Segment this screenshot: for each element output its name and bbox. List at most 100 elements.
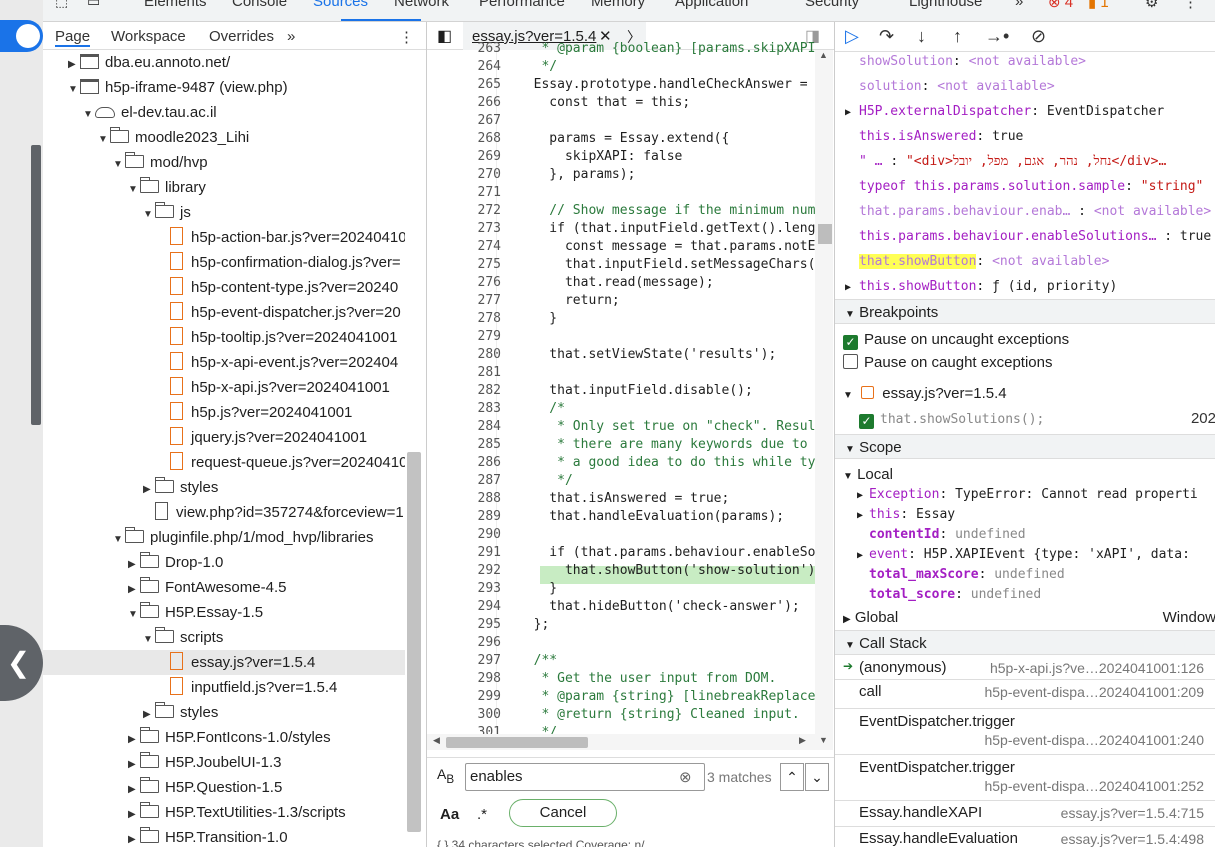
tree-item[interactable]: h5p-x-api.js?ver=2024041001 xyxy=(43,375,405,400)
resume-icon[interactable]: ▷ xyxy=(845,26,859,47)
tree-item[interactable]: ▶ FontAwesome-4.5 xyxy=(43,575,405,600)
device-toggle-icon[interactable]: ▭ xyxy=(87,0,100,10)
code-line[interactable]: * @param {boolean} [params.skipXAPI xyxy=(518,40,815,58)
cancel-search-button[interactable]: Cancel xyxy=(509,799,617,827)
tree-item[interactable]: h5p-action-bar.js?ver=20240410 xyxy=(43,225,405,250)
prev-match-icon[interactable]: ⌃ xyxy=(780,763,804,791)
expand-toggle-icon[interactable]: ▼ xyxy=(83,102,95,125)
expand-toggle-icon[interactable]: ▶ xyxy=(68,52,80,75)
line-number[interactable]: 268 xyxy=(427,130,501,148)
tree-item[interactable]: ▼ H5P.Essay-1.5 xyxy=(43,600,405,625)
code-line[interactable]: * Get the user input from DOM. xyxy=(518,670,776,688)
tree-item[interactable]: ▼ el-dev.tau.ac.il xyxy=(43,100,405,125)
checkbox-unchecked-icon[interactable] xyxy=(843,354,858,369)
line-number[interactable]: 278 xyxy=(427,310,501,328)
tab-lighthouse[interactable]: Lighthouse xyxy=(909,0,982,10)
tab-security[interactable]: Security xyxy=(805,0,859,10)
line-number[interactable]: 286 xyxy=(427,454,501,472)
code-line[interactable]: if (that.params.behaviour.enableSo xyxy=(518,544,815,562)
tree-item[interactable]: ▶ styles xyxy=(43,700,405,725)
line-number[interactable]: 267 xyxy=(427,112,501,130)
line-number[interactable]: 292 xyxy=(427,562,501,580)
line-number[interactable]: 290 xyxy=(427,526,501,544)
code-line[interactable]: that.read(message); xyxy=(518,274,714,292)
code-line[interactable]: that.isAnswered = true; xyxy=(518,490,729,508)
code-line[interactable]: }, params); xyxy=(518,166,635,184)
code-line[interactable]: that.inputField.setMessageChars( xyxy=(518,256,815,274)
call-frame[interactable]: Essay.handleEvaluation essay.js?ver=1.5.4… xyxy=(835,827,1215,847)
next-match-icon[interactable]: ⌄ xyxy=(805,763,829,791)
code-line[interactable]: that.setViewState('results'); xyxy=(518,346,776,364)
line-number[interactable]: 280 xyxy=(427,346,501,364)
breakpoint-file[interactable]: ▼ essay.js?ver=1.5.4 xyxy=(835,381,1215,406)
code-line[interactable]: const that = this; xyxy=(518,94,690,112)
line-number[interactable]: 299 xyxy=(427,688,501,706)
code-line[interactable]: }; xyxy=(518,616,550,634)
tree-item[interactable]: ▼ library xyxy=(43,175,405,200)
tree-item[interactable]: h5p-tooltip.js?ver=2024041001 xyxy=(43,325,405,350)
settings-gear-icon[interactable]: ⚙ xyxy=(1145,0,1158,11)
step-over-icon[interactable]: ↷ xyxy=(879,26,894,47)
inspect-icon[interactable]: ⬚ xyxy=(55,0,68,10)
tree-item[interactable]: ▶ dba.eu.annoto.net/ xyxy=(43,50,405,75)
expand-toggle-icon[interactable]: ▼ xyxy=(143,202,155,225)
tab-sources[interactable]: Sources xyxy=(313,0,368,10)
tree-item[interactable]: ▶ H5P.Question-1.5 xyxy=(43,775,405,800)
nav-tab-page[interactable]: Page xyxy=(55,28,91,47)
watch-item[interactable]: that.params.behaviour.enab… : <not avail… xyxy=(835,199,1215,224)
expand-toggle-icon[interactable]: ▼ xyxy=(113,152,125,175)
line-number[interactable]: 281 xyxy=(427,364,501,382)
tree-item[interactable]: ▶ Drop-1.0 xyxy=(43,550,405,575)
watch-item[interactable]: this.params.behaviour.enableSolutions… :… xyxy=(835,224,1215,249)
code-line[interactable]: /** xyxy=(518,652,558,670)
step-out-icon[interactable]: ↑ xyxy=(953,26,962,47)
call-frame[interactable]: EventDispatcher.trigger h5p-event-dispa…2… xyxy=(835,755,1215,801)
navigator-scrollbar[interactable] xyxy=(407,452,421,832)
code-line[interactable]: */ xyxy=(518,472,573,490)
expand-toggle-icon[interactable]: ▶ xyxy=(128,552,140,575)
scope-var[interactable]: ▶ event: H5P.XAPIEvent {type: 'xAPI', dat… xyxy=(835,545,1215,565)
line-number[interactable]: 295 xyxy=(427,616,501,634)
replace-toggle-icon[interactable]: AB xyxy=(437,766,454,786)
nav-tab-overrides[interactable]: Overrides xyxy=(209,28,274,45)
line-number[interactable]: 276 xyxy=(427,274,501,292)
match-case-button[interactable]: Aa xyxy=(440,806,459,823)
code-line[interactable]: params = Essay.extend({ xyxy=(518,130,729,148)
line-number[interactable]: 271 xyxy=(427,184,501,202)
watch-item[interactable]: this.isAnswered: true xyxy=(835,124,1215,149)
expand-toggle-icon[interactable]: ▶ xyxy=(128,752,140,775)
code-line[interactable]: * there are many keywords due to xyxy=(518,436,815,454)
code-line[interactable]: const message = that.params.notE xyxy=(518,238,815,256)
tab-elements[interactable]: Elements xyxy=(144,0,207,10)
code-line[interactable]: that.handleEvaluation(params); xyxy=(518,508,784,526)
tree-item[interactable]: ▼ js xyxy=(43,200,405,225)
breakpoint-item[interactable]: ✓ that.showSolutions(); 202 xyxy=(835,406,1215,431)
watch-item[interactable]: that.showButton: <not available> xyxy=(835,249,1215,274)
tree-item[interactable]: ▶ H5P.TextUtilities-1.3/scripts xyxy=(43,800,405,825)
tree-item[interactable]: ▼ scripts xyxy=(43,625,405,650)
line-number[interactable]: 266 xyxy=(427,94,501,112)
code-line[interactable]: skipXAPI: false xyxy=(518,148,682,166)
line-number[interactable]: 272 xyxy=(427,202,501,220)
code-line[interactable]: } xyxy=(518,310,557,328)
expand-toggle-icon[interactable]: ▶ xyxy=(128,802,140,825)
expand-toggle-icon[interactable]: ▶ xyxy=(128,827,140,847)
expand-toggle-icon[interactable]: ▶ xyxy=(143,702,155,725)
line-number[interactable]: 294 xyxy=(427,598,501,616)
line-number[interactable]: 265 xyxy=(427,76,501,94)
scope-header[interactable]: ▼ Scope xyxy=(835,434,1215,459)
code-line[interactable]: * @return {string} Cleaned input. xyxy=(518,706,799,724)
toggle-switch[interactable] xyxy=(0,20,43,52)
code-line[interactable]: * @param {string} [linebreakReplace xyxy=(518,688,815,706)
call-frame[interactable]: call h5p-event-dispa…2024041001:209 xyxy=(835,680,1215,709)
tree-item[interactable]: ▼ pluginfile.php/1/mod_hvp/libraries xyxy=(43,525,405,550)
line-number[interactable]: 293 xyxy=(427,580,501,598)
line-number[interactable]: 277 xyxy=(427,292,501,310)
line-number[interactable]: 284 xyxy=(427,418,501,436)
step-into-icon[interactable]: ↓ xyxy=(917,26,926,47)
line-number[interactable]: 270 xyxy=(427,166,501,184)
more-options-icon[interactable]: ⋮ xyxy=(1183,0,1198,11)
tree-item[interactable]: request-queue.js?ver=20240410 xyxy=(43,450,405,475)
watch-item[interactable]: " … : "<div>נחל, נהר, אגם, מפל, יובל</di… xyxy=(835,149,1215,174)
tree-item[interactable]: h5p-confirmation-dialog.js?ver= xyxy=(43,250,405,275)
